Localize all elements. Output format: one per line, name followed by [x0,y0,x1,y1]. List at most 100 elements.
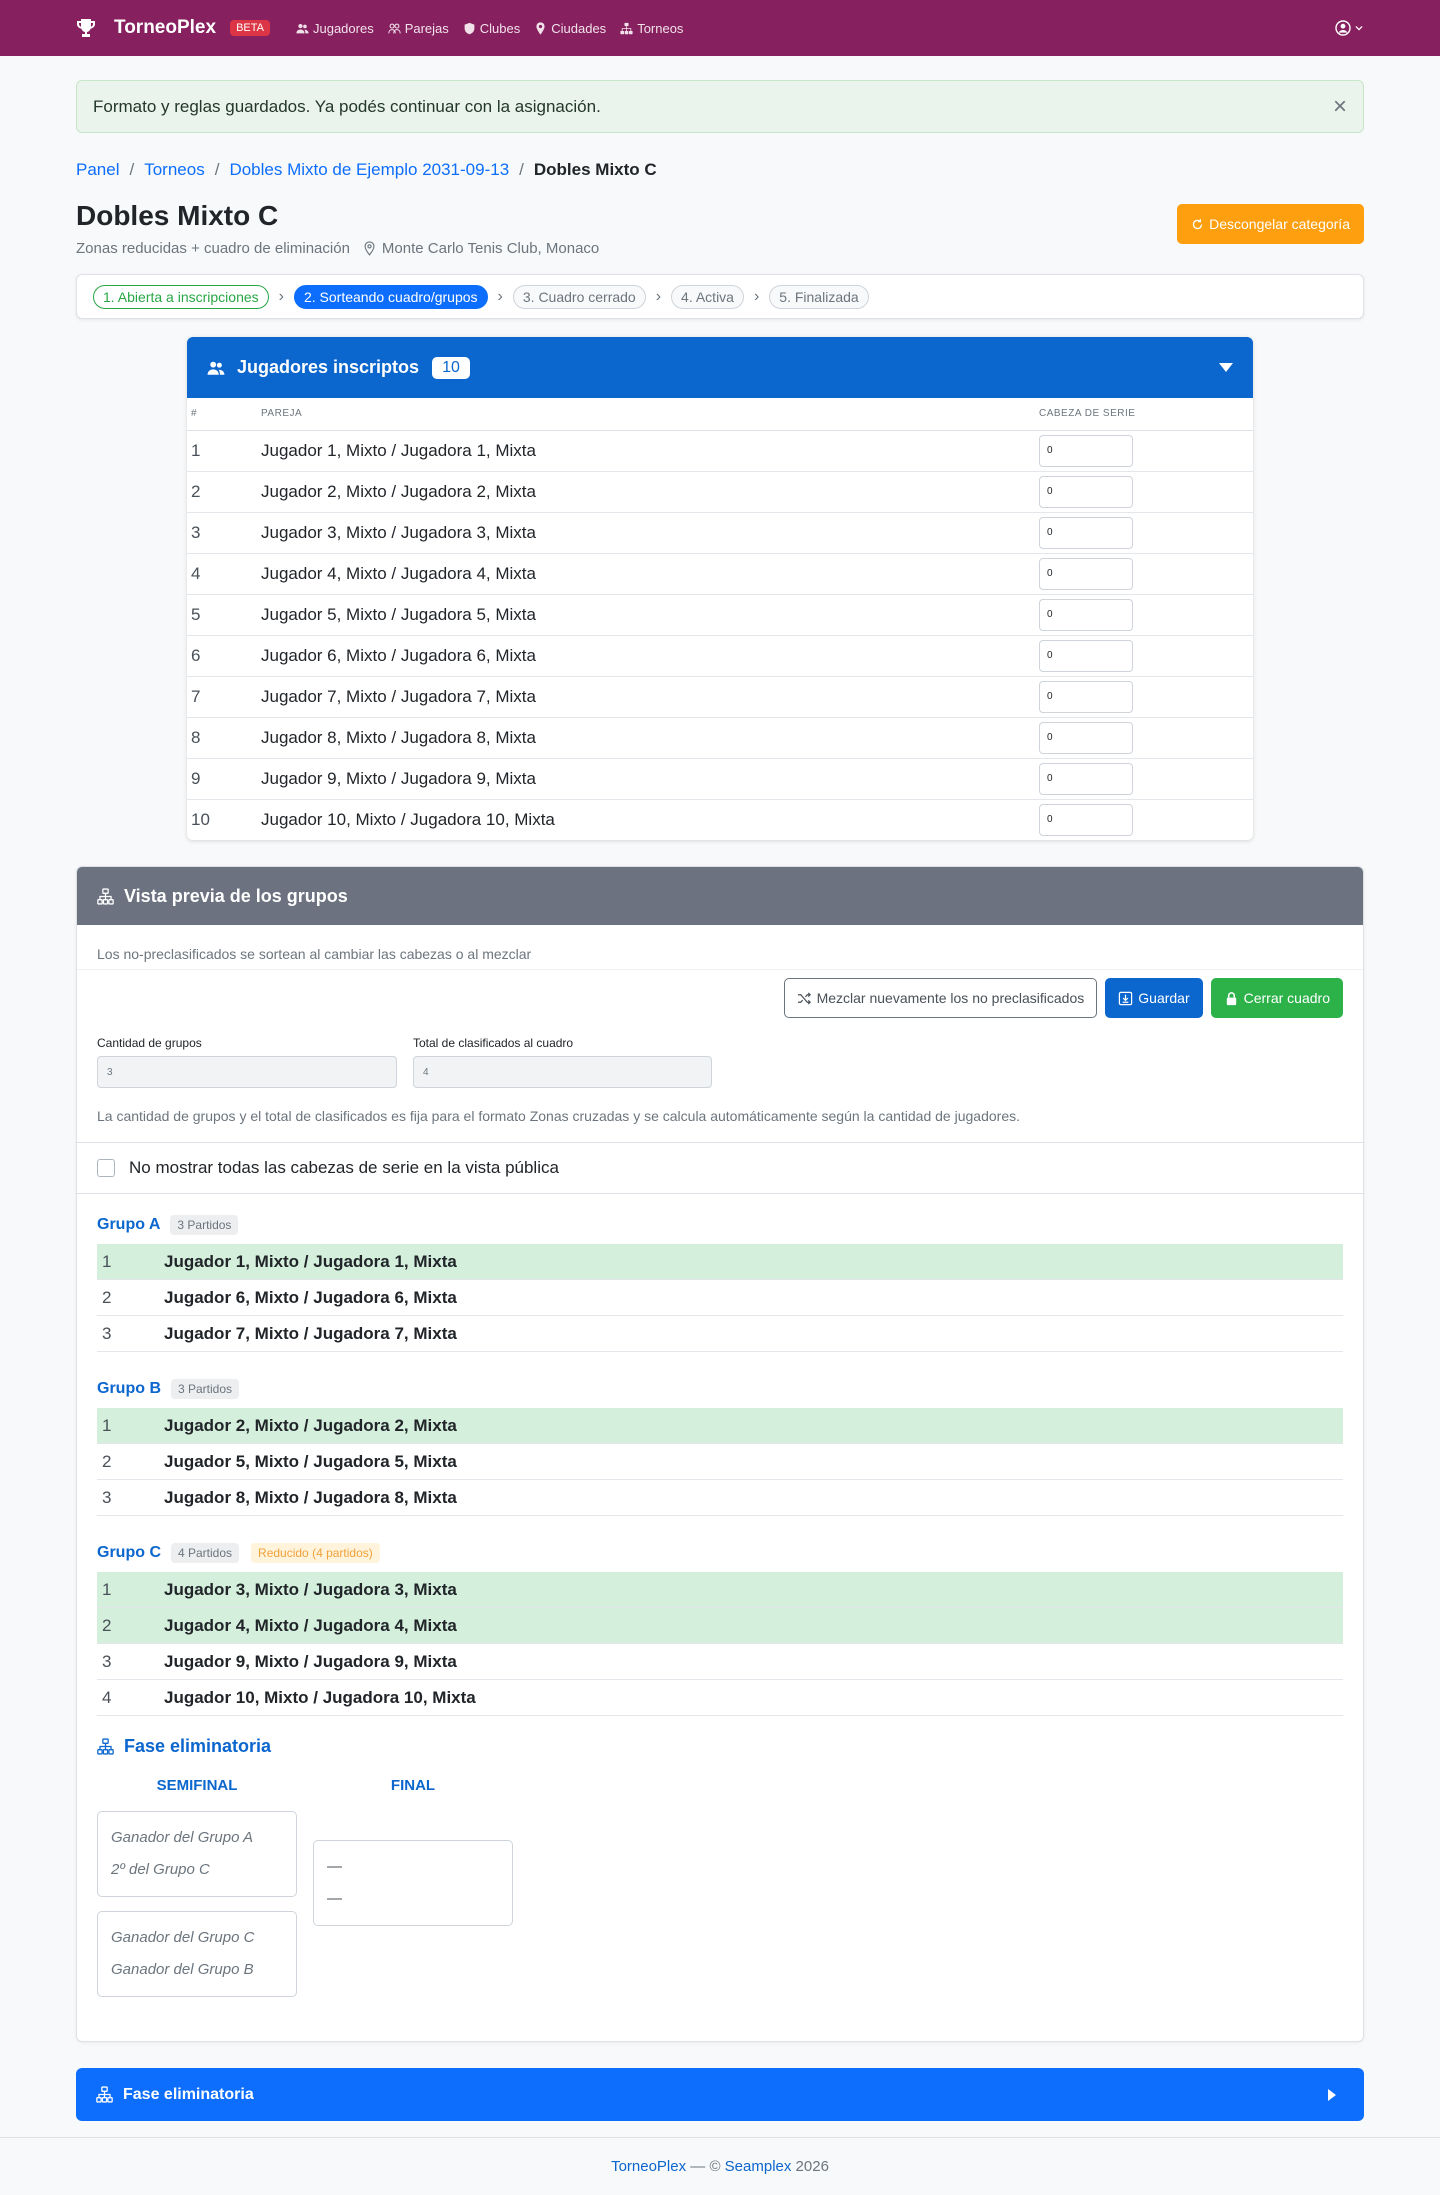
seed-input[interactable] [1039,721,1133,754]
save-button[interactable]: Guardar [1105,978,1203,1018]
group-row-position: 1 [102,1415,112,1435]
row-pair: Jugador 5, Mixto / Jugadora 5, Mixta [257,594,1035,636]
format-text: Zonas reducidas + cuadro de eliminación [76,240,350,257]
hide-seeds-label[interactable]: No mostrar todas las cabezas de serie en… [129,1158,559,1178]
seed-input[interactable] [1039,475,1133,508]
table-row: 1 Jugador 1, Mixto / Jugadora 1, Mixta [187,430,1253,472]
nav-jugadores[interactable]: Jugadores [296,21,374,36]
user-menu[interactable] [1335,20,1364,36]
bracket-icon [620,22,633,34]
main-container: Formato y reglas guardados. Ya podés con… [76,80,1364,2121]
location-pin-icon [364,241,375,256]
table-row: 8 Jugador 8, Mixto / Jugadora 8, Mixta [187,717,1253,759]
step-open[interactable]: 1. Abierta a inscripciones [93,284,269,309]
group-name[interactable]: Grupo C [97,1544,161,1562]
save-label: Guardar [1138,990,1190,1006]
registered-players-card: Jugadores inscriptos 10 # PAREJA CABEZA … [187,337,1253,840]
group-row-pair: Jugador 10, Mixto / Jugadora 10, Mixta [164,1687,476,1707]
final-match: — — [313,1840,513,1926]
group-count-input[interactable] [97,1056,397,1088]
breadcrumb-separator: / [214,160,220,179]
chevron-down-icon [1355,25,1363,31]
seed-input[interactable] [1039,516,1133,549]
row-number: 10 [191,809,210,829]
user-circle-icon [1335,20,1351,36]
nav-clubes[interactable]: Clubes [463,21,520,36]
groups-preview-title: Vista previa de los grupos [124,885,348,906]
group-count-field: Cantidad de grupos [97,1036,397,1088]
people-icon [207,361,225,375]
unfreeze-category-button[interactable]: Descongelar categoría [1177,204,1364,244]
caret-down-icon[interactable] [1219,363,1233,372]
final-label: FINAL [390,1777,436,1794]
breadcrumb-torneo[interactable]: Dobles Mixto de Ejemplo 2031-09-13 [229,160,509,180]
knockout-collapsible-bar[interactable]: Fase eliminatoria [76,2068,1364,2121]
row-number: 7 [187,676,257,718]
seed-input[interactable] [1039,598,1133,631]
group-title: Grupo B 3 Partidos [97,1374,1343,1404]
nav-ciudades[interactable]: Ciudades [534,21,606,36]
step-finished[interactable]: 5. Finalizada [769,284,869,309]
step-drawing[interactable]: 2. Sorteando cuadro/grupos [293,284,488,309]
knockout-bar-title: Fase eliminatoria [123,2085,254,2103]
group-row: 1 Jugador 2, Mixto / Jugadora 2, Mixta [97,1408,1343,1444]
group-row-pair: Jugador 9, Mixto / Jugadora 9, Mixta [164,1651,457,1671]
step-closed[interactable]: 3. Cuadro cerrado [512,284,646,309]
people-icon [296,23,309,33]
close-bracket-button[interactable]: Cerrar cuadro [1210,978,1343,1018]
chevron-right-icon: › [753,287,760,305]
players-header[interactable]: Jugadores inscriptos 10 [187,337,1253,398]
table-header-row: # PAREJA CABEZA DE SERIE [187,398,1253,431]
group-row: 1 Jugador 1, Mixto / Jugadora 1, Mixta [97,1244,1343,1280]
seed-input[interactable] [1039,803,1133,836]
seed-input[interactable] [1039,434,1133,467]
group-row-pair: Jugador 4, Mixto / Jugadora 4, Mixta [164,1615,457,1635]
group-row-pair: Jugador 1, Mixto / Jugadora 1, Mixta [164,1251,457,1271]
table-row: 10 Jugador 10, Mixto / Jugadora 10, Mixta [187,799,1253,840]
group-row-pair: Jugador 5, Mixto / Jugadora 5, Mixta [164,1451,457,1471]
group-row-position: 2 [102,1287,112,1307]
row-pair: Jugador 4, Mixto / Jugadora 4, Mixta [257,553,1035,595]
nav-parejas[interactable]: Parejas [387,21,449,36]
hide-seeds-checkbox[interactable] [97,1159,115,1177]
caret-right-icon[interactable] [1328,2088,1336,2101]
close-icon[interactable]: × [1333,93,1347,121]
breadcrumb-torneos[interactable]: Torneos [144,160,204,180]
hide-seeds-row[interactable]: No mostrar todas las cabezas de serie en… [77,1142,1363,1194]
seed-input[interactable] [1039,557,1133,590]
qualified-count-input[interactable] [413,1056,712,1088]
players-count-badge: 10 [432,356,470,379]
breadcrumb-separator: / [129,160,135,179]
status-stepper: 1. Abierta a inscripciones › 2. Sorteand… [76,274,1364,319]
top-navbar: TorneoPlex BETA Jugadores Parejas Clubes… [0,0,1440,56]
footer-company-link[interactable]: Seamplex [725,2158,792,2175]
seed-input[interactable] [1039,762,1133,795]
trophy-icon [77,19,95,37]
table-row: 4 Jugador 4, Mixto / Jugadora 4, Mixta [187,553,1253,595]
group-name[interactable]: Grupo B [97,1380,161,1398]
group-row-pair: Jugador 2, Mixto / Jugadora 2, Mixta [164,1415,457,1435]
page-title: Dobles Mixto C [76,200,279,231]
row-number: 2 [187,471,257,513]
title-block: Dobles Mixto C Zonas reducidas + cuadro … [76,200,599,257]
nav-torneos[interactable]: Torneos [620,21,683,36]
seed-input[interactable] [1039,680,1133,713]
row-seed-cell [1035,758,1253,800]
group-name[interactable]: Grupo A [97,1216,160,1234]
brand[interactable]: TorneoPlex BETA [76,17,270,39]
qualified-count-label: Total de clasificados al cuadro [413,1036,574,1050]
shuffle-button[interactable]: Mezclar nuevamente los no preclasificado… [783,978,1098,1018]
group-row: 3 Jugador 9, Mixto / Jugadora 9, Mixta [97,1644,1343,1680]
breadcrumb-panel[interactable]: Panel [76,160,119,180]
footer-year: 2026 [791,2158,829,2175]
breadcrumb-current: Dobles Mixto C [533,160,657,179]
format-help-text: La cantidad de grupos y el total de clas… [97,1108,1020,1124]
beta-badge: BETA [230,20,270,36]
step-active[interactable]: 4. Activa [671,284,744,309]
row-seed-cell [1035,799,1253,840]
row-seed-cell [1035,471,1253,513]
group-row-pair: Jugador 8, Mixto / Jugadora 8, Mixta [164,1487,457,1507]
group-rows: 1 Jugador 3, Mixto / Jugadora 3, Mixta 2 Ju… [97,1572,1343,1716]
footer-brand-link[interactable]: TorneoPlex [611,2158,686,2175]
seed-input[interactable] [1039,639,1133,672]
